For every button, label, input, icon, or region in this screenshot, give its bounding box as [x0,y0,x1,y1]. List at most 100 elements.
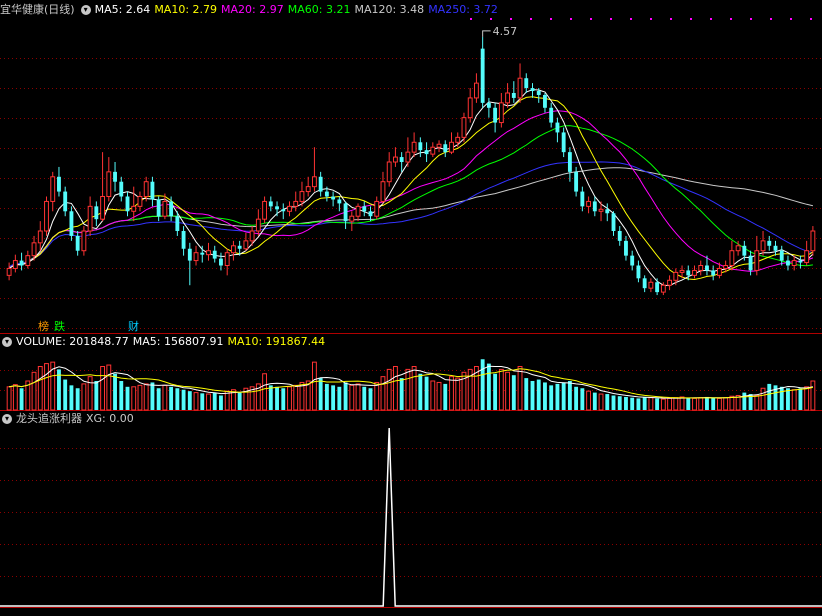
candle-body-up [648,281,654,289]
volume-bar-up [679,396,685,411]
volume-bar-up [12,384,18,411]
volume-bar-down [399,378,404,410]
volume-bar-down [281,388,286,410]
indicator-name: 龙头追涨利器 [16,412,82,425]
volume-bar-down [580,388,585,410]
volume-bar-up [804,386,810,411]
candle-body-up [106,171,112,198]
candle-body-down [655,282,660,293]
volume-bar-down [624,396,628,410]
volume-bar-up [405,368,411,411]
candle-body-up [760,240,766,252]
candle-body-down [219,258,223,266]
chevron-down-icon[interactable]: ▾ [2,414,12,424]
candle-body-up [37,230,43,244]
event-badge-cai[interactable]: 财 [128,320,139,333]
candle-body-down [94,206,99,220]
indicator-panel-header: ▾ 龙头追涨利器 XG: 0.00 [0,411,138,427]
top-marker-dot [710,18,712,20]
volume-bar-up [6,386,12,411]
volume-bar-down [555,383,560,410]
candle-body-up [411,141,417,153]
candle-body-down [69,211,74,236]
volume-bar-up [660,398,666,411]
candle-body-down [561,132,566,153]
candle-body-down [63,191,68,212]
candle-body-down [119,181,124,197]
candle-body-down [399,157,404,162]
candle-body-up [143,181,149,197]
candle-body-down [630,255,635,266]
volume-bar-down [642,396,647,410]
volume-bar-down [69,385,74,410]
candle-body-down [337,199,342,204]
top-marker-dot [530,18,532,20]
candle-body-up [430,146,436,155]
chart-canvas: 4.57 [0,18,822,608]
volume-bar-up [648,397,654,411]
volume-bar-down [63,379,68,410]
chevron-down-icon[interactable]: ▾ [2,337,12,347]
ma20-label: MA20: 2.97 [221,3,284,16]
volume-bar-up [498,368,504,411]
candle-body-up [392,156,398,163]
candle-body-up [754,250,760,271]
volume-bar-up [162,384,168,411]
volume-bar-down [150,382,155,410]
candle-body-down [113,171,117,182]
candle-body-down [798,260,803,263]
volume-bar-down [368,388,373,410]
volume-bar-down [705,396,709,410]
volume-bar-up [673,397,679,411]
candle-body-up [380,181,386,202]
volume-bar-up [106,364,112,411]
volume-bar-down [630,397,635,410]
candle-body-down [237,245,242,249]
candle-body-up [667,279,673,286]
ma60-line [8,125,813,269]
candle-body-down [181,231,186,249]
candle-body-up [224,252,230,266]
event-badge-die[interactable]: 跌 [54,320,65,333]
volume-bar-up [586,390,592,411]
top-marker-dot [490,18,492,20]
volume-bar-down [711,397,716,410]
high-price-label: 4.57 [493,25,517,38]
candle-body-down [480,48,485,103]
candle-body-down [187,248,192,261]
candle-body-up [87,205,93,232]
volume-bar-up [436,381,442,411]
candle-body-up [386,161,392,183]
candle-body-down [611,213,616,231]
candle-body-up [311,176,317,188]
candle-body-up [243,240,249,250]
volume-bar-down [655,398,660,410]
volume-bar-down [156,388,161,410]
candle-body-down [268,201,273,207]
volume-bar-down [561,382,566,410]
candle-body-up [723,265,729,269]
volume-bar-down [786,388,790,410]
ma20-line [8,110,814,272]
event-badge-bang[interactable]: 榜 [38,320,49,333]
candle-body-up [517,77,523,99]
candle-body-down [786,260,790,266]
candle-body-up [660,284,666,293]
candle-body-up [299,191,305,202]
candle-body-up [436,143,442,148]
candle-body-down [57,176,61,192]
candle-body-up [25,255,31,266]
volume-bar-up [311,361,317,411]
ma10-line [8,96,814,281]
candle-body-down [75,235,80,251]
ma60-label: MA60: 3.21 [287,3,351,16]
volume-bar-up [505,371,511,411]
volume-bar-down [592,392,597,410]
candle-body-down [779,250,784,261]
chevron-down-icon[interactable]: ▾ [80,5,91,15]
volume-bar-down [636,398,641,410]
candle-body-down [592,201,597,212]
volume-bar-down [237,392,242,410]
volume-bar-up [349,384,355,411]
volume-bar-down [175,388,180,410]
